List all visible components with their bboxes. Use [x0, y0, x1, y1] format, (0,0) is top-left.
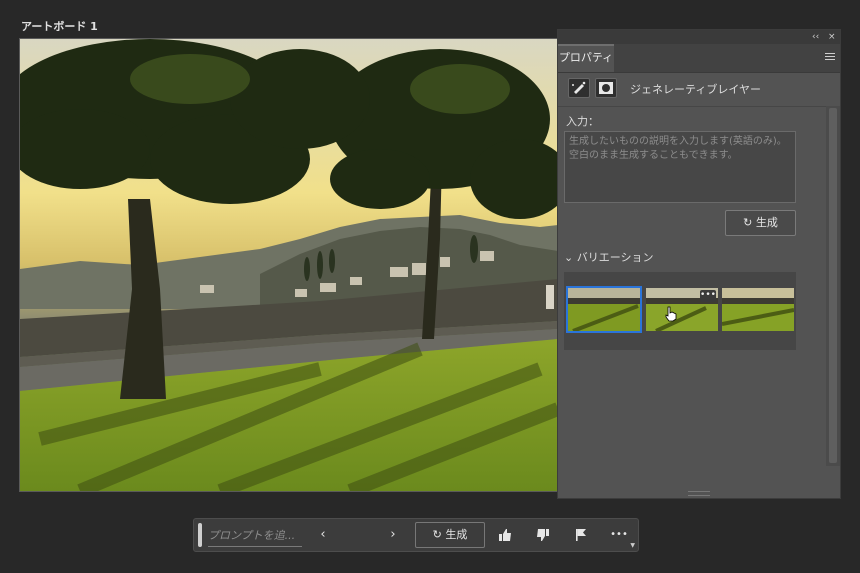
taskbar-generate-label: 生成	[445, 528, 468, 541]
contextual-taskbar: プロンプトを追... ‹ › ↻ 生成 ••• ▼	[193, 518, 639, 552]
panel-resize-grip[interactable]	[688, 491, 710, 496]
taskbar-generate-button[interactable]: ↻ 生成	[415, 522, 485, 548]
generate-icon: ↻	[743, 216, 753, 229]
variations-label: バリエーション	[576, 251, 654, 264]
close-panel-icon[interactable]: ×	[828, 30, 836, 44]
canvas-image[interactable]	[19, 38, 559, 492]
panel-divider	[558, 106, 840, 107]
scroll-thumb[interactable]	[829, 108, 837, 463]
taskbar-prompt-input[interactable]: プロンプトを追...	[208, 526, 302, 547]
taskbar-drag-handle[interactable]	[198, 523, 202, 547]
variations-grid: •••	[564, 272, 796, 350]
variation-thumbnail-1[interactable]	[566, 286, 642, 333]
next-variation-icon[interactable]: ›	[380, 519, 406, 551]
panel-menu-icon[interactable]	[825, 53, 835, 61]
collapse-panel-icon[interactable]: ‹‹	[812, 30, 819, 44]
variation-thumbnail-3[interactable]	[722, 288, 794, 331]
park-photo	[20, 39, 558, 491]
thumbs-down-icon[interactable]	[530, 519, 556, 551]
panel-tabs: プロパティ	[558, 44, 840, 73]
layer-mask-icon[interactable]	[595, 78, 617, 98]
report-flag-icon[interactable]	[568, 519, 594, 551]
generate-button[interactable]: ↻ 生成	[725, 210, 796, 236]
generate-icon: ↻	[432, 528, 442, 541]
hand-cursor-icon	[665, 306, 677, 322]
input-label: 入力：	[566, 115, 599, 128]
tab-properties[interactable]: プロパティ	[558, 44, 614, 72]
options-caret-icon: ▼	[630, 542, 635, 549]
panel-titlebar: ‹‹ ×	[558, 30, 840, 44]
artboard-title: アートボード 1	[21, 20, 98, 33]
chevron-down-icon: ⌄	[564, 251, 574, 264]
properties-panel: ‹‹ × プロパティ ジェネレーティブレイヤー 入力： 生成したいものの説明を入…	[557, 29, 841, 499]
generative-layer-icon[interactable]	[568, 78, 590, 98]
panel-scrollbar[interactable]	[826, 106, 840, 466]
taskbar-more-icon[interactable]: •••	[606, 519, 632, 551]
variation-thumbnail-2[interactable]: •••	[646, 288, 718, 331]
generate-button-label: 生成	[755, 216, 778, 229]
thumbnail-more-button[interactable]: •••	[700, 290, 716, 302]
prompt-textarea[interactable]: 生成したいものの説明を入力します(英語のみ)。空白のまま生成することもできます。	[564, 131, 796, 203]
variations-header[interactable]: ⌄ バリエーション	[564, 249, 654, 265]
layer-name-label: ジェネレーティブレイヤー	[630, 83, 762, 96]
previous-variation-icon[interactable]: ‹	[310, 519, 336, 551]
thumbs-up-icon[interactable]	[492, 519, 518, 551]
